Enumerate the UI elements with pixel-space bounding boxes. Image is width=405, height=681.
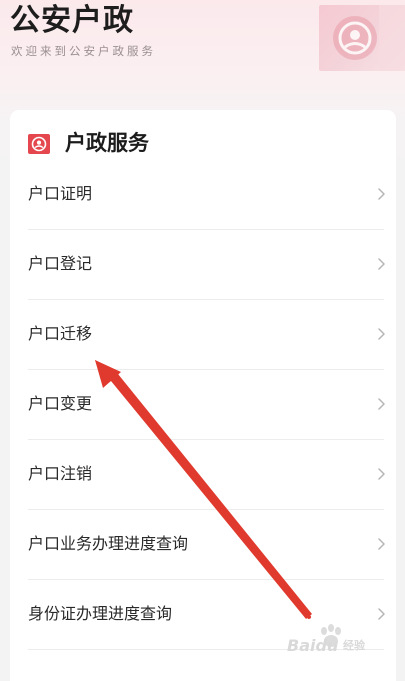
- menu-item-label: 户口迁移: [28, 324, 93, 343]
- chevron-right-icon: [378, 468, 385, 480]
- chevron-right-icon: [378, 538, 385, 550]
- menu-item-label: 户口业务办理进度查询: [28, 534, 189, 553]
- household-service-card: 户政服务 户口证明 户口登记 户口迁移 户口变更 户口注销 户口业务办理进度查询…: [10, 110, 396, 681]
- police-emblem-icon: [333, 5, 405, 71]
- menu-item-label: 户口证明: [28, 184, 93, 203]
- menu-item-hukou-progress-query[interactable]: 户口业务办理进度查询: [10, 510, 396, 580]
- section-header: 户政服务: [10, 110, 396, 158]
- menu-item-label: 身份证办理进度查询: [28, 604, 173, 623]
- page-subtitle: 欢迎来到公安户政服务: [11, 44, 156, 58]
- menu-item-label: 户口登记: [28, 254, 93, 273]
- section-title: 户政服务: [65, 131, 149, 155]
- menu-item-label: 户口注销: [28, 464, 93, 483]
- menu-item-hukou-registration[interactable]: 户口登记: [10, 230, 396, 300]
- chevron-right-icon: [378, 608, 385, 620]
- watermark-text: Baidu: [287, 636, 339, 655]
- page-title: 公安户政: [10, 3, 134, 38]
- watermark-sub: 经验: [343, 639, 365, 652]
- menu-item-hukou-transfer[interactable]: 户口迁移: [10, 300, 396, 370]
- chevron-right-icon: [378, 188, 385, 200]
- baidu-watermark: Baidu 经验: [287, 624, 397, 666]
- chevron-right-icon: [378, 398, 385, 410]
- police-emblem-icon: [28, 134, 50, 154]
- chevron-right-icon: [378, 258, 385, 270]
- service-menu: 户口证明 户口登记 户口迁移 户口变更 户口注销 户口业务办理进度查询 身份证办…: [10, 160, 396, 650]
- menu-item-hukou-change[interactable]: 户口变更: [10, 370, 396, 440]
- menu-item-label: 户口变更: [28, 394, 93, 413]
- header-banner: [319, 5, 405, 71]
- menu-item-hukou-certificate[interactable]: 户口证明: [10, 160, 396, 230]
- menu-item-hukou-cancellation[interactable]: 户口注销: [10, 440, 396, 510]
- chevron-right-icon: [378, 328, 385, 340]
